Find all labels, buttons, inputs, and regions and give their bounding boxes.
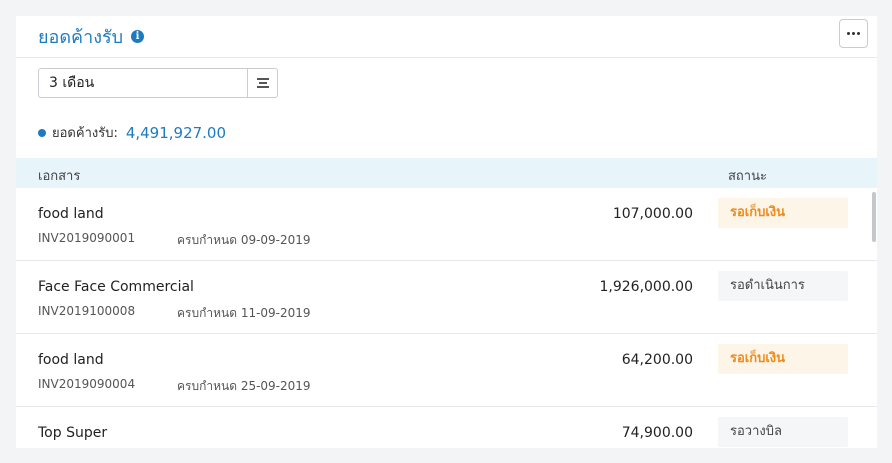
status-badge: รอวางบิล	[718, 417, 848, 447]
customer-name[interactable]: food land	[38, 206, 104, 222]
invoice-number: INV2019100008	[38, 304, 136, 318]
customer-name[interactable]: Face Face Commercial	[38, 279, 194, 295]
status-badge: รอดำเนินการ	[718, 271, 848, 301]
row-amount: 1,926,000.00	[599, 279, 693, 295]
customer-name[interactable]: Top Super	[38, 425, 107, 441]
menu-icon-bar	[256, 78, 269, 80]
invoice-number: INV2019090004	[38, 377, 136, 391]
row-amount: 64,200.00	[621, 352, 693, 368]
column-header-status: สถานะ	[728, 169, 767, 184]
card-title: ยอดค้างรับ i	[38, 22, 145, 51]
card-header: ยอดค้างรับ i	[16, 16, 877, 58]
due-date: ครบกำหนด 09-09-2019	[177, 233, 311, 247]
card-title-text: ยอดค้างรับ	[38, 27, 124, 48]
period-select-value: 3 เดือน	[49, 75, 95, 91]
row-amount: 107,000.00	[612, 206, 693, 222]
more-icon-dot	[857, 32, 860, 35]
more-icon	[847, 32, 850, 35]
summary-amount: 4,491,927.00	[125, 123, 227, 142]
receivables-card: ยอดค้างรับ i 3 เดือน ยอดค้างรับ: 4,491,9…	[16, 16, 877, 448]
summary-label: ยอดค้างรับ:	[52, 126, 118, 141]
table-row[interactable]: Top Super 74,900.00 รอวางบิล	[16, 407, 877, 448]
table-row[interactable]: food land INV2019090004 ครบกำหนด 25-09-2…	[16, 334, 877, 407]
more-button[interactable]	[839, 19, 868, 48]
row-amount: 74,900.00	[621, 425, 693, 441]
period-select[interactable]: 3 เดือน	[38, 68, 278, 98]
status-badge: รอเก็บเงิน	[718, 198, 848, 228]
column-header-document: เอกสาร	[38, 169, 81, 184]
status-badge: รอเก็บเงิน	[718, 344, 848, 374]
info-icon[interactable]: i	[131, 30, 145, 43]
table-row[interactable]: food land INV2019090001 ครบกำหนด 09-09-2…	[16, 188, 877, 261]
scrollbar-thumb[interactable]	[872, 192, 876, 242]
more-icon-dot	[852, 32, 855, 35]
menu-icon[interactable]	[247, 69, 277, 97]
table-row[interactable]: Face Face Commercial INV2019100008 ครบกำ…	[16, 261, 877, 334]
due-date: ครบกำหนด 25-09-2019	[177, 379, 311, 393]
customer-name[interactable]: food land	[38, 352, 104, 368]
summary-dot-icon	[38, 128, 46, 137]
invoice-list: food land INV2019090001 ครบกำหนด 09-09-2…	[16, 188, 877, 448]
due-date: ครบกำหนด 11-09-2019	[177, 306, 311, 320]
receivable-summary: ยอดค้างรับ: 4,491,927.00	[38, 122, 226, 143]
table-header: เอกสาร สถานะ	[16, 158, 877, 188]
invoice-number: INV2019090001	[38, 231, 136, 245]
menu-icon-bar	[258, 82, 267, 84]
menu-icon-bar	[256, 86, 269, 88]
scrollbar[interactable]	[871, 188, 877, 448]
